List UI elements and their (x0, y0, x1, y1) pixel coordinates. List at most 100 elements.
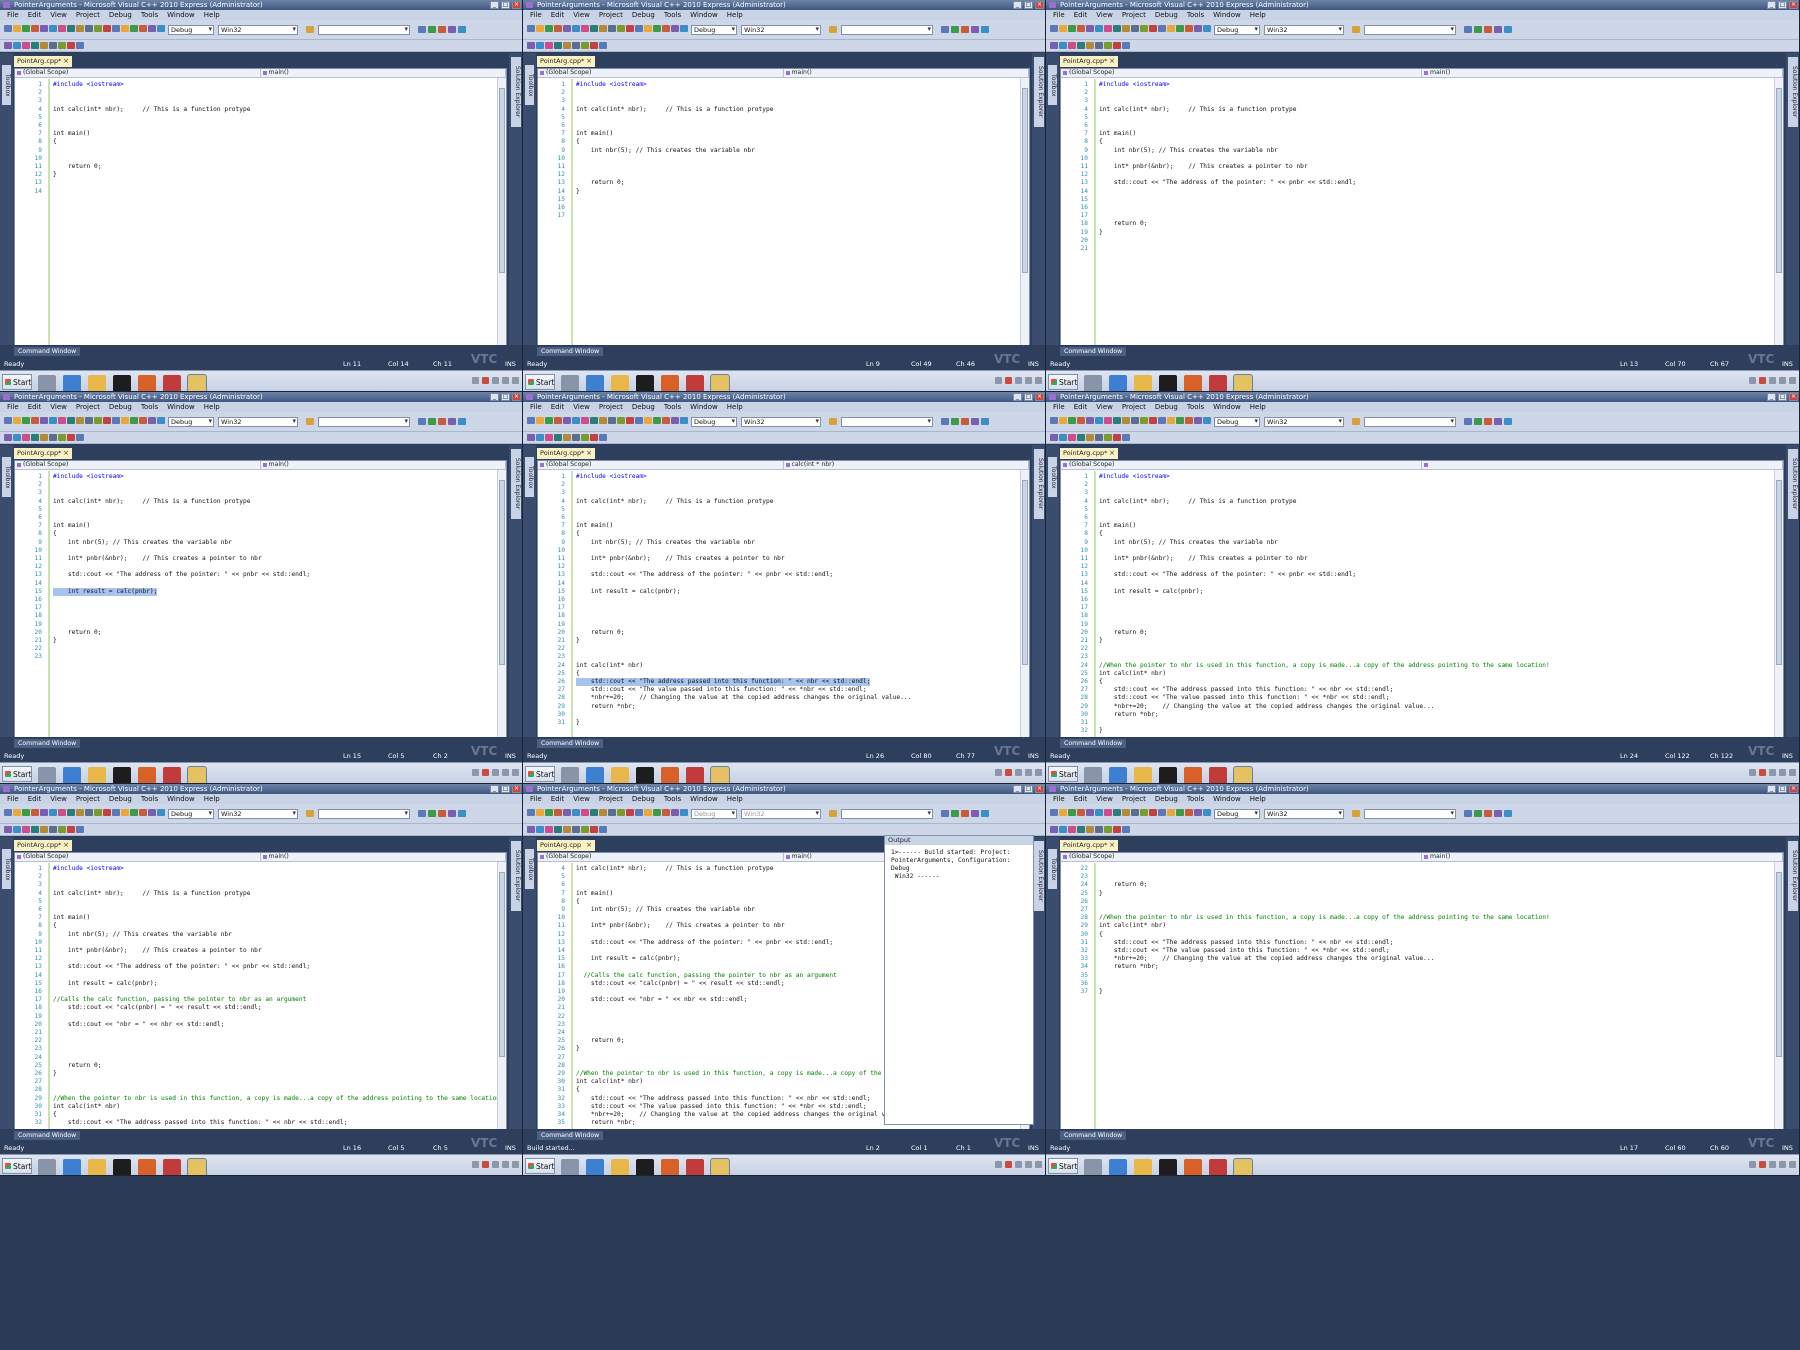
toolbar-button-icon[interactable] (40, 434, 48, 441)
tray-icon[interactable] (492, 377, 499, 384)
solution-platform-dropdown[interactable]: Win32 (741, 417, 821, 427)
code-line[interactable]: 1 #include <iostream> (1061, 473, 1774, 481)
code-line[interactable]: 6 (1061, 122, 1774, 130)
toolbar-button-icon[interactable] (527, 42, 535, 49)
code-line[interactable]: 11 (538, 163, 1020, 171)
toolbar-button-icon[interactable] (1158, 417, 1166, 424)
toolbar-button-icon[interactable] (581, 417, 589, 424)
close-tab-icon[interactable]: × (1109, 448, 1115, 459)
code-line[interactable]: 19 (15, 621, 497, 629)
find-box[interactable] (318, 809, 410, 819)
tray-icon[interactable] (1035, 377, 1042, 384)
taskbar-app-icon[interactable] (1134, 1159, 1152, 1175)
toolbar-button-icon[interactable] (1059, 826, 1067, 833)
toolbar-button-icon[interactable] (563, 434, 571, 441)
toolbox-tab[interactable]: Toolbox (525, 457, 534, 497)
toolbar-button-icon[interactable] (40, 25, 48, 32)
code-line[interactable]: 5 (538, 506, 1020, 514)
code-area[interactable]: 1 #include <iostream> 2 3 4 int calc(int* nbr… (15, 863, 497, 1170)
close-button[interactable]: × (1035, 785, 1044, 793)
menu-item-help[interactable]: Help (1250, 402, 1266, 412)
toolbar-button-icon[interactable] (1185, 809, 1193, 816)
code-line[interactable]: 30 (538, 711, 1020, 719)
tray-icon[interactable] (1769, 377, 1776, 384)
toolbar-button-icon[interactable] (527, 826, 535, 833)
toolbar-button-icon[interactable] (1176, 417, 1184, 424)
toolbar-button-icon[interactable] (1484, 418, 1492, 425)
toolbar-button-icon[interactable] (418, 26, 426, 33)
code-line[interactable]: 3 (538, 97, 1020, 105)
maximize-button[interactable]: □ (1024, 393, 1033, 401)
code-line[interactable]: 7 int main() (538, 522, 1020, 530)
taskbar-app-icon[interactable] (1209, 767, 1227, 783)
code-line[interactable]: 2 (15, 481, 497, 489)
tray-icon[interactable] (492, 769, 499, 776)
menu-item-tools[interactable]: Tools (664, 10, 681, 20)
minimize-button[interactable]: _ (1767, 785, 1776, 793)
toolbar-button-icon[interactable] (941, 26, 949, 33)
toolbar-button-icon[interactable] (536, 42, 544, 49)
toolbar-button-icon[interactable] (418, 418, 426, 425)
taskbar-app-icon[interactable] (1109, 375, 1127, 391)
code-line[interactable]: 7 int main() (1061, 130, 1774, 138)
toolbar-button-icon[interactable] (1122, 826, 1130, 833)
start-button[interactable]: Start (2, 374, 32, 390)
tray-icon[interactable] (502, 769, 509, 776)
solution-platform-dropdown[interactable]: Win32 (741, 25, 821, 35)
menu-item-view[interactable]: View (573, 402, 590, 412)
toolbar-button-icon[interactable] (1077, 826, 1085, 833)
code-line[interactable]: 17 //Calls the calc function, passing the… (15, 996, 497, 1004)
taskbar-app-icon[interactable] (187, 766, 207, 783)
taskbar-app-icon[interactable] (710, 1158, 730, 1175)
code-line[interactable]: 33 *nbr+=20; // Changing the value at th… (1061, 955, 1774, 963)
code-line[interactable]: 26 std::cout << "The address passed into… (538, 678, 1020, 686)
toolbar-button-icon[interactable] (49, 25, 57, 32)
toolbar-button-icon[interactable] (563, 826, 571, 833)
toolbar-button-icon[interactable] (617, 417, 625, 424)
menu-item-tools[interactable]: Tools (141, 794, 158, 804)
code-line[interactable]: 24 //When the pointer to nbr is used in t… (1061, 662, 1774, 670)
code-line[interactable]: 13 std::cout << "The address of the poin… (538, 571, 1020, 579)
taskbar-app-icon[interactable] (1209, 1159, 1227, 1175)
tray-icon[interactable] (995, 1161, 1002, 1168)
code-line[interactable]: 13 (15, 179, 497, 187)
code-line[interactable]: 17 (15, 604, 497, 612)
code-line[interactable]: 10 (538, 155, 1020, 163)
taskbar-app-icon[interactable] (113, 767, 131, 783)
code-line[interactable]: 7 int main() (538, 130, 1020, 138)
code-line[interactable]: 23 (15, 653, 497, 661)
vertical-scrollbar[interactable] (1774, 78, 1783, 386)
toolbar-button-icon[interactable] (1504, 810, 1512, 817)
toolbar-button-icon[interactable] (1113, 809, 1121, 816)
toolbar-button-icon[interactable] (581, 809, 589, 816)
toolbar-button-icon[interactable] (572, 25, 580, 32)
toolbar-button-icon[interactable] (22, 417, 30, 424)
toolbar-button-icon[interactable] (527, 417, 535, 424)
code-line[interactable]: 12 (538, 171, 1020, 179)
code-line[interactable]: 27 (15, 1078, 497, 1086)
code-line[interactable]: 17 (1061, 604, 1774, 612)
code-line[interactable]: 19} (1061, 229, 1774, 237)
start-button[interactable]: Start (2, 1158, 32, 1174)
toolbar-button-icon[interactable] (67, 25, 75, 32)
taskbar-app-icon[interactable] (611, 1159, 629, 1175)
minimize-button[interactable]: _ (490, 785, 499, 793)
scrollbar-thumb[interactable] (1776, 88, 1782, 273)
toolbar-button-icon[interactable] (635, 809, 643, 816)
tray-icon[interactable] (1005, 769, 1012, 776)
code-line[interactable]: 17 (538, 604, 1020, 612)
tray-icon[interactable] (502, 377, 509, 384)
toolbar-button-icon[interactable] (85, 25, 93, 32)
window-titlebar[interactable]: PointerArguments - Microsoft Visual C++ … (523, 0, 1045, 10)
taskbar-app-icon[interactable] (138, 1159, 156, 1175)
toolbar-button-icon[interactable] (1086, 25, 1094, 32)
tray-icon[interactable] (1015, 1161, 1022, 1168)
code-line[interactable]: 1 #include <iostream> (1061, 81, 1774, 89)
toolbar-button-icon[interactable] (148, 809, 156, 816)
maximize-button[interactable]: □ (1778, 1, 1787, 9)
toolbar-button-icon[interactable] (599, 417, 607, 424)
code-line[interactable]: 14 (15, 972, 497, 980)
code-editor[interactable]: (Global Scope) main() 1 #include <iostrea… (14, 852, 507, 1175)
toolbar-button-icon[interactable] (1086, 42, 1094, 49)
toolbar-button-icon[interactable] (545, 417, 553, 424)
